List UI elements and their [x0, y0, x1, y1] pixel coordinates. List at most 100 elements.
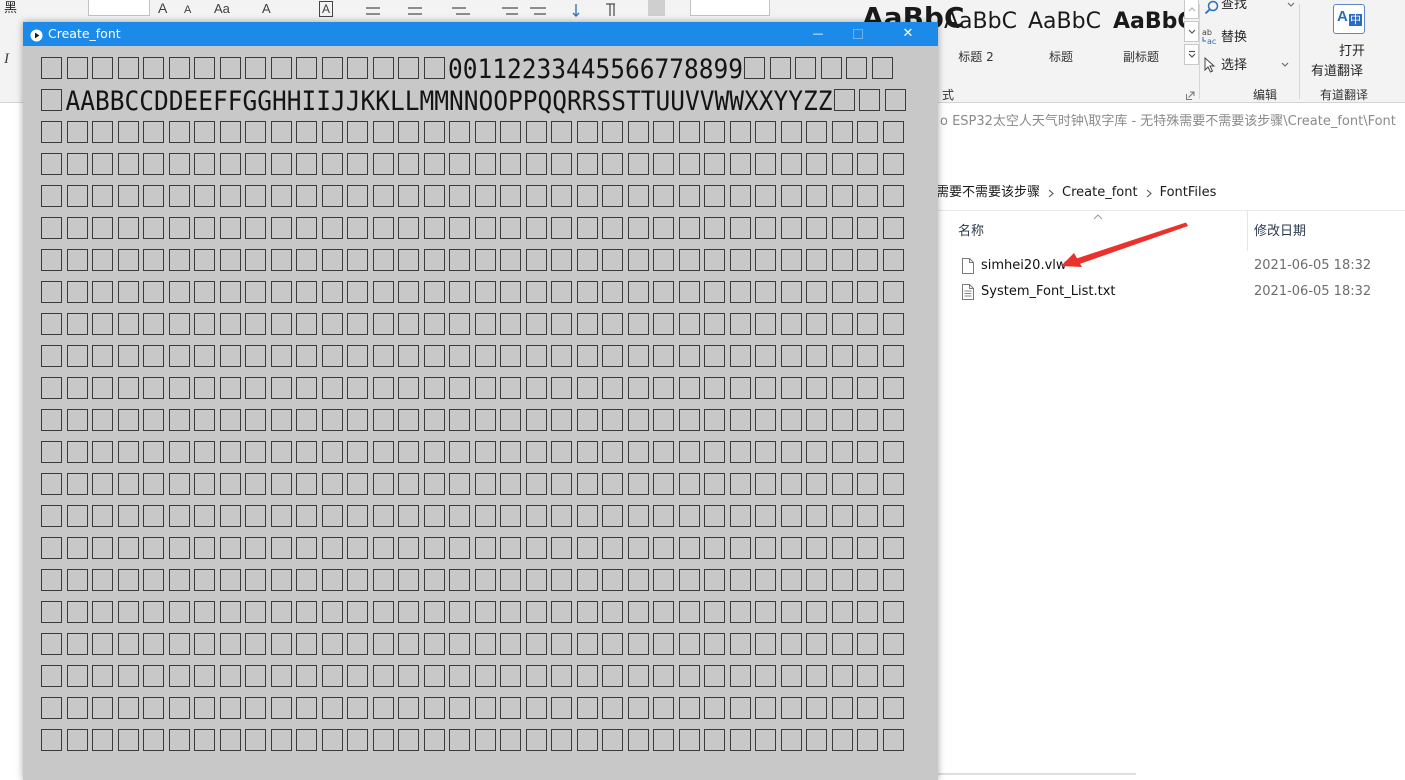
missing-glyph-box — [550, 279, 576, 311]
missing-glyph-box — [168, 407, 194, 439]
column-separator[interactable] — [1247, 211, 1248, 251]
missing-glyph-box — [40, 183, 66, 215]
missing-glyph-box — [601, 695, 627, 727]
shading-button[interactable] — [648, 0, 665, 16]
font-size-dropdown[interactable] — [88, 0, 150, 16]
missing-glyph-box — [40, 343, 66, 375]
missing-glyph-box — [142, 119, 168, 151]
glyph-row — [40, 151, 909, 183]
missing-glyph-box — [805, 311, 831, 343]
missing-glyph-box — [448, 407, 474, 439]
breadcrumb-item[interactable]: FontFiles — [1160, 185, 1217, 201]
explorer-window-title: o ESP32太空人天气时钟\取字库 - 无特殊需要不需要该步骤\Create_… — [940, 114, 1396, 129]
change-case-button[interactable]: Aa — [214, 2, 230, 16]
dialog-launcher-icon[interactable] — [1186, 91, 1195, 100]
missing-glyph-box — [627, 151, 653, 183]
missing-glyph-box — [244, 439, 270, 471]
list-buttons-icon[interactable] — [360, 4, 490, 18]
missing-glyph-box — [448, 599, 474, 631]
gallery-scroll-up-button[interactable] — [1184, 0, 1199, 19]
clear-format-button[interactable]: A — [262, 2, 271, 16]
missing-glyph-box — [142, 439, 168, 471]
missing-glyph-box — [729, 407, 755, 439]
translate-icon[interactable]: A 中 — [1333, 4, 1365, 34]
font-name-box-fragment[interactable]: 黑 — [4, 1, 17, 17]
missing-glyph-box — [882, 695, 908, 727]
missing-glyph-box — [448, 535, 474, 567]
create-font-window[interactable]: Create_font — ✕ 00112233445566778899 AABB… — [23, 22, 938, 780]
missing-glyph-box — [499, 599, 525, 631]
replace-button[interactable]: 替换 — [1221, 30, 1247, 46]
gallery-more-button[interactable] — [1184, 44, 1199, 65]
missing-glyph-box — [295, 471, 321, 503]
missing-glyph-box — [576, 119, 602, 151]
glyph-row — [40, 343, 909, 375]
missing-glyph-box — [423, 247, 449, 279]
missing-glyph-box — [754, 183, 780, 215]
glyph-row — [40, 375, 909, 407]
missing-glyph-box — [244, 119, 270, 151]
chevron-down-icon — [1188, 29, 1195, 34]
open-youdao-line1[interactable]: 打开 — [1339, 44, 1365, 60]
missing-glyph-box — [244, 375, 270, 407]
missing-glyph-box — [627, 727, 653, 759]
style-heading-2-sample[interactable]: AaBbC — [944, 8, 1017, 36]
missing-glyph-box — [499, 471, 525, 503]
missing-glyph-box — [66, 151, 92, 183]
missing-glyph-box — [142, 375, 168, 407]
indent-buttons-icon[interactable] — [500, 4, 550, 18]
glyph-row: 00112233445566778899 — [40, 54, 909, 87]
missing-glyph-box — [397, 247, 423, 279]
glyph-row — [40, 183, 909, 215]
missing-glyph-box — [219, 55, 245, 87]
italic-button[interactable]: I — [4, 52, 9, 67]
missing-glyph-box — [780, 599, 806, 631]
window-title-bar[interactable]: Create_font — ✕ — [23, 22, 938, 46]
column-header-modified[interactable]: 修改日期 — [1254, 224, 1306, 240]
missing-glyph-box — [448, 375, 474, 407]
missing-glyph-box — [66, 599, 92, 631]
breadcrumb-item[interactable]: 需要不需要该步骤 — [936, 185, 1040, 201]
missing-glyph-box — [525, 151, 551, 183]
missing-glyph-box — [601, 311, 627, 343]
missing-glyph-box — [168, 119, 194, 151]
file-name[interactable]: System_Font_List.txt — [981, 284, 1116, 300]
missing-glyph-box — [270, 727, 296, 759]
missing-glyph-box — [831, 119, 857, 151]
style-title-sample[interactable]: AaBbC — [1028, 8, 1101, 36]
missing-glyph-box — [499, 215, 525, 247]
select-button[interactable]: 选择 — [1221, 58, 1247, 74]
missing-glyph-box — [831, 311, 857, 343]
breadcrumb-item[interactable]: Create_font — [1062, 185, 1138, 201]
find-button[interactable]: 查找 — [1221, 0, 1247, 13]
column-header-name[interactable]: 名称 — [958, 224, 984, 240]
missing-glyph-box — [321, 439, 347, 471]
missing-glyph-box — [601, 663, 627, 695]
gallery-scroll-down-button[interactable] — [1184, 21, 1199, 42]
missing-glyph-box — [525, 311, 551, 343]
missing-glyph-box — [321, 119, 347, 151]
missing-glyph-box — [397, 183, 423, 215]
missing-glyph-box — [856, 471, 882, 503]
maximize-button[interactable] — [835, 22, 881, 46]
close-button[interactable]: ✕ — [885, 22, 931, 46]
style-subtitle-sample[interactable]: AaBbC — [1113, 8, 1194, 36]
translate-icon-letter: A — [1337, 8, 1348, 25]
missing-glyph-box — [525, 471, 551, 503]
missing-glyph-box — [321, 311, 347, 343]
missing-glyph-box — [550, 471, 576, 503]
missing-glyph-box — [346, 55, 372, 87]
missing-glyph-box — [372, 55, 398, 87]
missing-glyph-box — [627, 183, 653, 215]
missing-glyph-box — [805, 439, 831, 471]
grow-font-button[interactable]: A — [158, 1, 167, 15]
sort-and-marks-icon[interactable] — [562, 2, 622, 18]
shrink-font-button[interactable]: A — [184, 3, 191, 17]
missing-glyph-box — [142, 55, 168, 87]
missing-glyph-box — [219, 503, 245, 535]
style-dropdown[interactable] — [690, 0, 770, 16]
missing-glyph-box — [244, 279, 270, 311]
file-name[interactable]: simhei20.vlw — [981, 258, 1067, 274]
open-youdao-line2[interactable]: 有道翻译 — [1311, 64, 1363, 80]
char-border-button[interactable]: A — [319, 1, 334, 17]
